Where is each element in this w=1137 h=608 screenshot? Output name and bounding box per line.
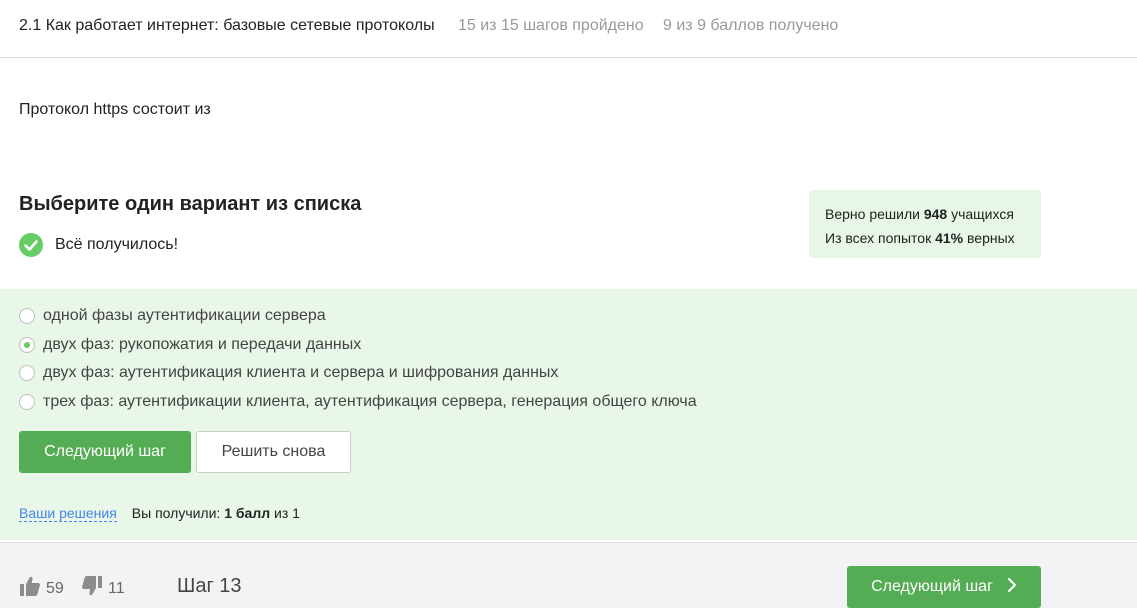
dislike-count: 11	[108, 579, 125, 597]
attempts-suffix: верных	[963, 230, 1015, 246]
attempts-prefix: Из всех попыток	[825, 230, 936, 246]
attempts-percent: 41%	[935, 230, 964, 246]
score-value: 1 балл	[224, 505, 271, 521]
result-row: Ваши решения Вы получили: 1 балл из 1	[19, 505, 300, 522]
success-text: Всё получилось!	[55, 236, 179, 253]
option-4[interactable]: трех фаз: аутентификации клиента, аутент…	[19, 392, 697, 412]
footer-next-step-button[interactable]: Следующий шаг	[847, 566, 1041, 608]
score-prefix: Вы получили:	[131, 505, 225, 521]
dislike-button[interactable]: 11	[81, 575, 125, 602]
solved-count-line: Верно решили 948 учащихся	[825, 202, 1025, 226]
like-button[interactable]: 59	[19, 575, 64, 602]
option-label: двух фаз: аутентификация клиента и серве…	[43, 364, 559, 381]
radio-button-selected[interactable]	[19, 337, 35, 353]
thumbs-down-icon	[81, 575, 103, 602]
radio-button[interactable]	[19, 394, 35, 410]
step-number: Шаг 13	[177, 575, 242, 597]
check-circle-icon	[19, 233, 43, 257]
stats-box: Верно решили 948 учащихся Из всех попыто…	[809, 190, 1041, 258]
solved-suffix: учащихся	[947, 206, 1014, 222]
option-label: двух фаз: рукопожатия и передачи данных	[43, 336, 362, 353]
option-label: одной фазы аутентификации сервера	[43, 307, 326, 324]
score-progress: 9 из 9 баллов получено	[663, 17, 839, 34]
score-suffix: из 1	[270, 505, 300, 521]
option-1[interactable]: одной фазы аутентификации сервера	[19, 306, 326, 326]
next-step-button[interactable]: Следующий шаг	[19, 431, 191, 473]
attempts-line: Из всех попыток 41% верных	[825, 226, 1025, 250]
thumbs-up-icon	[19, 575, 41, 602]
your-solutions-link[interactable]: Ваши решения	[19, 505, 117, 522]
score-text: Вы получили: 1 балл из 1	[132, 505, 300, 521]
lesson-header: 2.1 Как работает интернет: базовые сетев…	[0, 0, 1137, 58]
lesson-title[interactable]: 2.1 Как работает интернет: базовые сетев…	[19, 17, 435, 35]
solved-prefix: Верно решили	[825, 206, 924, 222]
radio-button[interactable]	[19, 308, 35, 324]
question-text: Протокол https состоит из	[19, 101, 211, 118]
success-status: Всё получилось!	[19, 233, 178, 257]
option-2[interactable]: двух фаз: рукопожатия и передачи данных	[19, 335, 361, 355]
steps-progress: 15 из 15 шагов пройдено	[458, 17, 644, 34]
retry-button[interactable]: Решить снова	[196, 431, 351, 473]
answer-area	[0, 289, 1137, 540]
step-footer: 59 11 Шаг 13 Следующий шаг	[0, 542, 1137, 608]
task-heading: Выберите один вариант из списка	[19, 193, 362, 215]
footer-next-step-label: Следующий шаг	[871, 578, 993, 595]
option-label: трех фаз: аутентификации клиента, аутент…	[43, 393, 697, 410]
solved-count: 948	[923, 206, 948, 222]
radio-button[interactable]	[19, 365, 35, 381]
option-3[interactable]: двух фаз: аутентификация клиента и серве…	[19, 363, 558, 383]
chevron-right-icon	[1007, 577, 1017, 598]
like-count: 59	[46, 579, 64, 597]
